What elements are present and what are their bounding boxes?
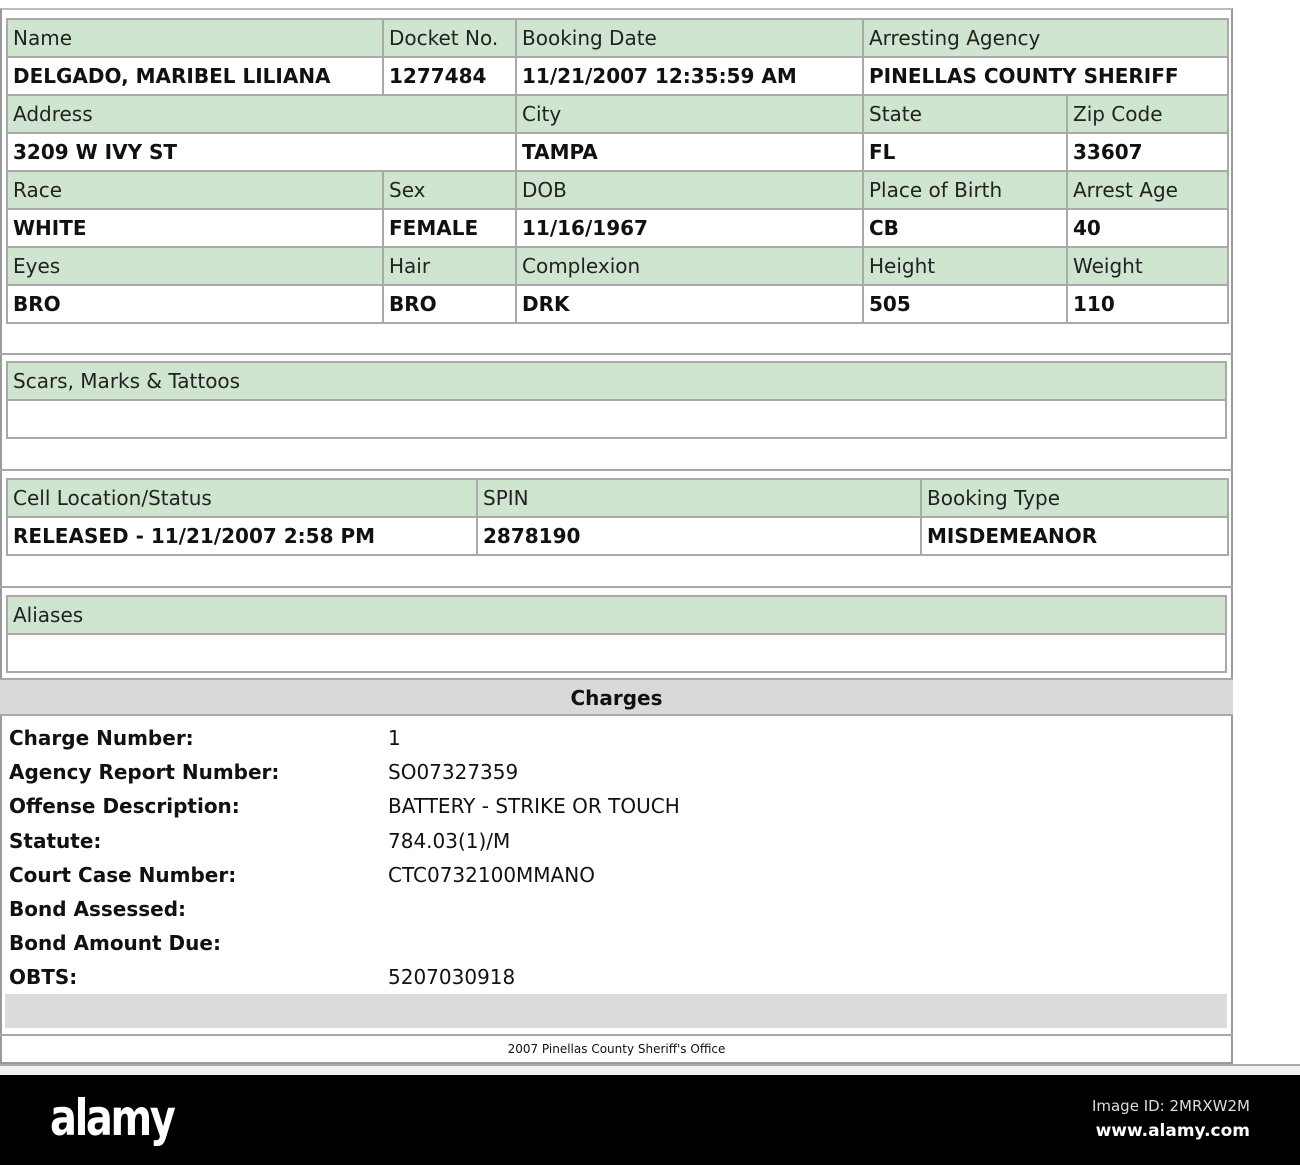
booking-type-header: Booking Type: [920, 478, 1229, 518]
booking-date-header: Booking Date: [515, 18, 864, 58]
table-row: 3209 W IVY ST TAMPA FL 33607: [6, 132, 1230, 172]
spin-header: SPIN: [476, 478, 922, 518]
charge-label: Bond Amount Due:: [9, 931, 221, 956]
table-row: BRO BRO DRK 505 110: [6, 284, 1230, 324]
image-id: Image ID: 2MRXW2M: [1091, 1097, 1250, 1115]
complexion-header: Complexion: [515, 246, 864, 286]
spin-value: 2878190: [476, 516, 922, 556]
agency-header: Arresting Agency: [861, 18, 1230, 58]
name-header: Name: [6, 18, 384, 58]
booking-table: Name Docket No. Booking Date Arresting A…: [6, 18, 1230, 324]
docket-value: 1277484: [382, 56, 517, 96]
aliases-header: Aliases: [6, 595, 1227, 635]
hair-value: BRO: [382, 284, 517, 324]
section-divider: [0, 353, 1233, 355]
address-header: Address: [6, 94, 517, 134]
cell-location-value: RELEASED - 11/21/2007 2:58 PM: [6, 516, 478, 556]
watermark-url: www.alamy.com: [1095, 1121, 1250, 1141]
dob-value: 11/16/1967: [515, 208, 864, 248]
cell-table: Cell Location/Status SPIN Booking Type R…: [6, 478, 1229, 556]
table-row: DELGADO, MARIBEL LILIANA 1277484 11/21/2…: [6, 56, 1230, 96]
scars-header: Scars, Marks & Tattoos: [6, 361, 1227, 401]
booking-type-value: MISDEMEANOR: [920, 516, 1229, 556]
zip-value: 33607: [1065, 132, 1230, 172]
state-value: FL: [862, 132, 1068, 172]
sex-header: Sex: [382, 170, 517, 210]
charge-value: 1: [388, 726, 401, 750]
docket-header: Docket No.: [382, 18, 517, 58]
hair-header: Hair: [382, 246, 517, 286]
race-header: Race: [6, 170, 384, 210]
scars-table: Scars, Marks & Tattoos: [6, 361, 1227, 439]
charge-label: Offense Description:: [9, 794, 240, 819]
charge-label: Court Case Number:: [9, 862, 237, 887]
charge-value: CTC0732100MMANO: [388, 862, 595, 887]
charge-label: Charge Number:: [9, 726, 194, 750]
alamy-logo: alamy: [50, 1089, 176, 1147]
section-divider: [0, 586, 1233, 588]
dob-header: DOB: [515, 170, 864, 210]
table-row: Eyes Hair Complexion Height Weight: [6, 246, 1230, 286]
sex-value: FEMALE: [382, 208, 517, 248]
charge-label: Bond Assessed:: [9, 897, 187, 921]
watermark-band: alamy Image ID: 2MRXW2M www.alamy.com: [0, 1075, 1300, 1165]
charge-label: OBTS:: [9, 965, 78, 990]
zip-header: Zip Code: [1065, 94, 1230, 134]
state-header: State: [862, 94, 1068, 134]
table-row: Name Docket No. Booking Date Arresting A…: [6, 18, 1230, 58]
aliases-value: [6, 633, 1227, 673]
table-row: WHITE FEMALE 11/16/1967 CB 40: [6, 208, 1230, 248]
eyes-value: BRO: [6, 284, 384, 324]
footer-copyright: 2007 Pinellas County Sheriff's Office: [0, 1034, 1233, 1062]
charge-value: BATTERY - STRIKE OR TOUCH: [388, 794, 680, 819]
height-value: 505: [862, 284, 1068, 324]
charge-value: 784.03(1)/M: [388, 828, 511, 853]
weight-header: Weight: [1065, 246, 1230, 286]
charge-value: SO07327359: [388, 760, 519, 785]
agency-value: PINELLAS COUNTY SHERIFF: [861, 56, 1230, 96]
table-row: Address City State Zip Code: [6, 94, 1230, 134]
page-bottom-edge: [0, 1064, 1300, 1075]
charges-footer-band: [5, 994, 1227, 1028]
age-value: 40: [1065, 208, 1230, 248]
charges-header: Charges: [0, 678, 1233, 716]
aliases-table: Aliases: [6, 595, 1227, 673]
charge-label: Agency Report Number:: [9, 760, 280, 785]
race-value: WHITE: [6, 208, 384, 248]
height-header: Height: [862, 246, 1068, 286]
city-value: TAMPA: [515, 132, 864, 172]
cell-location-header: Cell Location/Status: [6, 478, 478, 518]
table-row: Race Sex DOB Place of Birth Arrest Age: [6, 170, 1230, 210]
eyes-header: Eyes: [6, 246, 384, 286]
complexion-value: DRK: [515, 284, 864, 324]
birthplace-header: Place of Birth: [862, 170, 1068, 210]
section-divider: [0, 469, 1233, 471]
booking-date-value: 11/21/2007 12:35:59 AM: [515, 56, 864, 96]
birthplace-value: CB: [862, 208, 1068, 248]
charge-label: Statute:: [9, 828, 102, 853]
age-header: Arrest Age: [1065, 170, 1230, 210]
name-value: DELGADO, MARIBEL LILIANA: [6, 56, 384, 96]
address-value: 3209 W IVY ST: [6, 132, 517, 172]
scars-value: [6, 399, 1227, 439]
city-header: City: [515, 94, 864, 134]
charge-value: 5207030918: [388, 965, 516, 990]
weight-value: 110: [1065, 284, 1230, 324]
